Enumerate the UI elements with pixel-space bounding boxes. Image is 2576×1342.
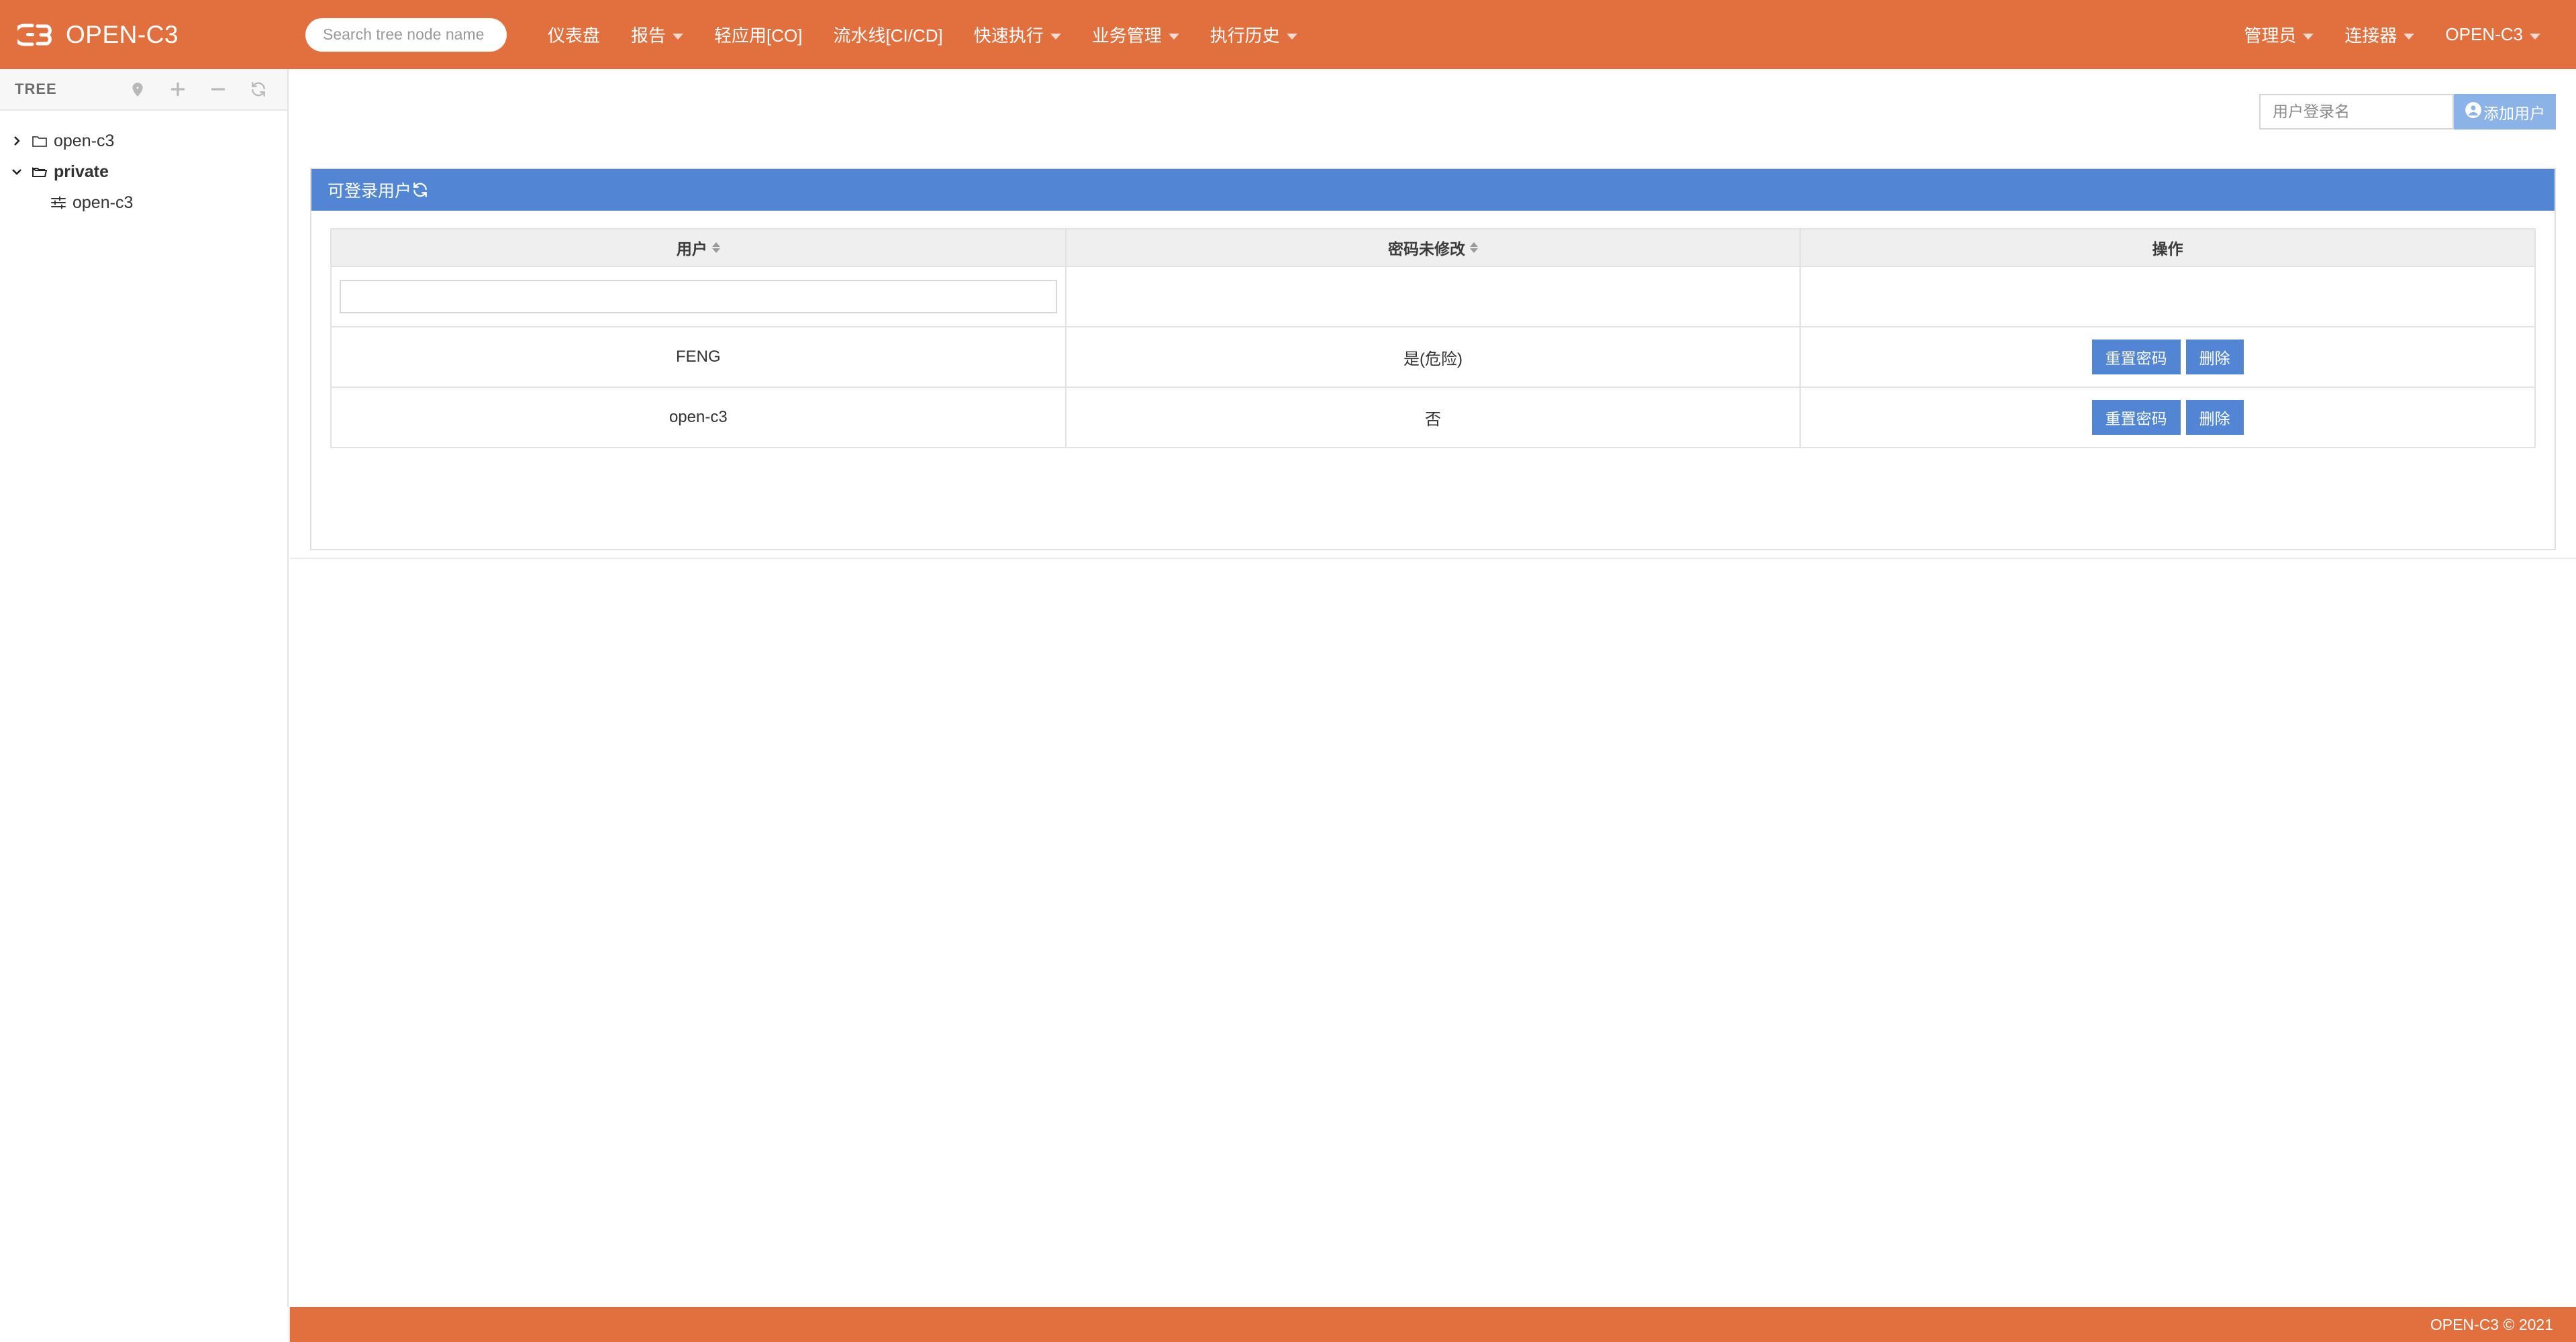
folder-open-icon: [28, 164, 51, 179]
nav-label: 业务管理: [1092, 22, 1162, 47]
column-header-actions: 操作: [1800, 229, 2535, 266]
nav-item-quick-exec[interactable]: 快速执行: [958, 0, 1077, 69]
main-content: 添加用户 可登录用户: [290, 69, 2576, 1307]
chevron-down-icon: [1169, 34, 1179, 40]
nav-label: 流水线[CI/CD]: [833, 22, 942, 47]
footer-text: OPEN-C3 © 2021: [2430, 1316, 2553, 1334]
chevron-down-icon: [2530, 34, 2540, 40]
add-user-button[interactable]: 添加用户: [2454, 94, 2556, 130]
loginable-users-panel: 可登录用户: [310, 168, 2556, 550]
chevron-down-icon: [673, 34, 683, 40]
cell-actions: 重置密码 删除: [1800, 327, 2535, 387]
tree-header: TREE: [0, 69, 287, 111]
column-header-password-unchanged[interactable]: 密码未修改: [1066, 229, 1801, 266]
cell-user: open-c3: [331, 387, 1066, 448]
table-header-row: 用户 密码未修改: [331, 229, 2535, 266]
panel-title: 可登录用户: [328, 178, 411, 202]
chevron-down-icon: [1050, 34, 1061, 40]
nav-label: 执行历史: [1210, 22, 1280, 47]
nav-item-lightapp[interactable]: 轻应用[CO]: [699, 0, 818, 69]
nav-label: 管理员: [2244, 22, 2296, 47]
nav-links: 仪表盘 报告 轻应用[CO] 流水线[CI/CD] 快速执行 业务管理 执行历史: [532, 0, 1313, 69]
add-user-label: 添加用户: [2483, 101, 2545, 123]
tree-node-label: open-c3: [72, 193, 133, 213]
user-circle-icon: [2465, 101, 2482, 123]
c3-logo-icon: [17, 21, 55, 48]
nav-item-account[interactable]: OPEN-C3: [2430, 0, 2556, 69]
sliders-icon: [47, 195, 70, 210]
delete-user-button[interactable]: 删除: [2186, 340, 2244, 374]
nav-item-admin[interactable]: 管理员: [2228, 0, 2329, 69]
filter-cell-user: [331, 266, 1066, 327]
reset-password-button[interactable]: 重置密码: [2092, 340, 2181, 374]
tree-node-label: open-c3: [54, 132, 114, 151]
table-filter-row: [331, 266, 2535, 327]
folder-closed-icon: [28, 134, 51, 148]
top-navbar: OPEN-C3 仪表盘 报告 轻应用[CO] 流水线[CI/CD] 快速执行 业…: [0, 0, 2576, 69]
nav-label: 轻应用[CO]: [714, 22, 802, 47]
nav-label: 仪表盘: [548, 22, 600, 47]
refresh-icon[interactable]: [250, 81, 267, 98]
minus-icon[interactable]: [209, 81, 227, 98]
nav-item-business-mgmt[interactable]: 业务管理: [1077, 0, 1195, 69]
plus-icon[interactable]: [169, 81, 187, 98]
nav-item-connector[interactable]: 连接器: [2329, 0, 2430, 69]
column-label: 操作: [2152, 236, 2183, 259]
tree-node-private[interactable]: private: [0, 156, 287, 187]
cell-password-unchanged: 是(危险): [1066, 327, 1801, 387]
cell-password-unchanged: 否: [1066, 387, 1801, 448]
chevron-down-icon: [1287, 34, 1297, 40]
user-filter-input[interactable]: [340, 280, 1057, 313]
tree-node-open-c3-child[interactable]: open-c3: [0, 187, 287, 218]
panel-header: 可登录用户: [311, 169, 2555, 211]
refresh-icon[interactable]: [411, 181, 429, 199]
content-region: 添加用户 可登录用户: [290, 69, 2576, 559]
page-footer: OPEN-C3 © 2021: [290, 1307, 2576, 1342]
column-label: 密码未修改: [1388, 236, 1465, 259]
users-table: 用户 密码未修改: [330, 228, 2536, 448]
cell-actions: 重置密码 删除: [1800, 387, 2535, 448]
brand[interactable]: OPEN-C3: [0, 21, 268, 49]
tree-node-label: private: [54, 162, 109, 182]
tree-node-open-c3-root[interactable]: open-c3: [0, 125, 287, 156]
tree-panel-title: TREE: [15, 81, 57, 98]
column-header-user[interactable]: 用户: [331, 229, 1066, 266]
filter-cell-actions: [1800, 266, 2535, 327]
filter-cell-password: [1066, 266, 1801, 327]
footer-sidebar-filler: [0, 1307, 290, 1342]
column-label: 用户: [677, 236, 707, 259]
nav-label: 连接器: [2344, 22, 2397, 47]
panel-body: 用户 密码未修改: [311, 211, 2555, 466]
tree-search-input[interactable]: [305, 18, 507, 52]
delete-user-button[interactable]: 删除: [2186, 400, 2244, 435]
chevron-down-icon: [2303, 34, 2314, 40]
nav-label: 报告: [631, 22, 666, 47]
sort-arrows-icon[interactable]: [1470, 242, 1478, 253]
tree-node-list: open-c3 private open-c3: [0, 111, 287, 218]
nav-item-report[interactable]: 报告: [615, 0, 699, 69]
user-login-name-input[interactable]: [2259, 94, 2454, 130]
table-row: FENG 是(危险) 重置密码 删除: [331, 327, 2535, 387]
chevron-down-icon[interactable]: [5, 166, 28, 178]
nav-item-exec-history[interactable]: 执行历史: [1195, 0, 1313, 69]
map-pin-icon[interactable]: [129, 81, 146, 98]
chevron-down-icon: [2404, 34, 2414, 40]
brand-name: OPEN-C3: [66, 21, 179, 49]
chevron-right-icon[interactable]: [5, 135, 28, 147]
user-toolbar: 添加用户: [2259, 94, 2556, 130]
nav-label: OPEN-C3: [2445, 24, 2523, 45]
nav-label: 快速执行: [974, 22, 1044, 47]
nav-right-links: 管理员 连接器 OPEN-C3: [2228, 0, 2576, 69]
reset-password-button[interactable]: 重置密码: [2092, 400, 2181, 435]
tree-toolbar: [129, 81, 273, 98]
cell-user: FENG: [331, 327, 1066, 387]
table-row: open-c3 否 重置密码 删除: [331, 387, 2535, 448]
tree-sidebar: TREE: [0, 69, 289, 1307]
nav-item-dashboard[interactable]: 仪表盘: [532, 0, 615, 69]
nav-item-pipeline[interactable]: 流水线[CI/CD]: [818, 0, 958, 69]
sort-arrows-icon[interactable]: [712, 242, 720, 253]
